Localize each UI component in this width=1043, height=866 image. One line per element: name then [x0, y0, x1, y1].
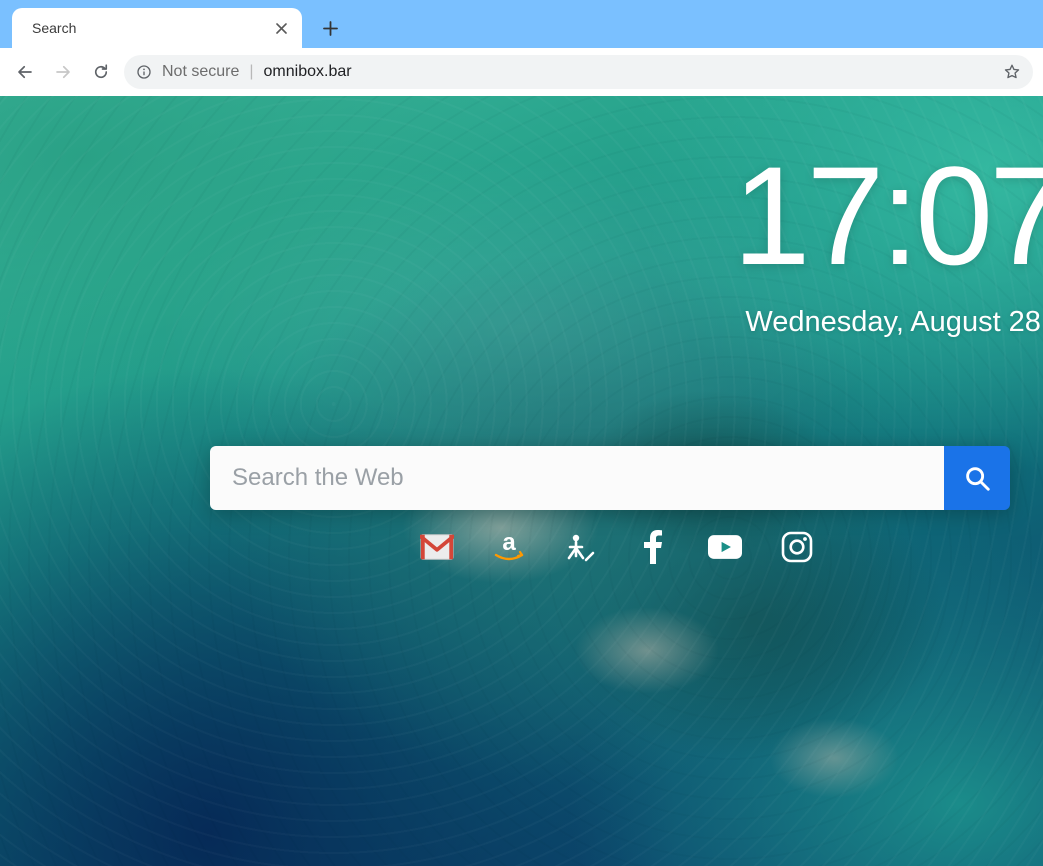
search-button[interactable] [944, 446, 1010, 510]
reload-icon [92, 63, 110, 81]
date-display: Wednesday, August 28, [745, 306, 1043, 339]
new-tab-button[interactable] [316, 14, 344, 42]
quicklink-youtube[interactable] [708, 530, 742, 564]
aol-icon [564, 530, 598, 564]
amazon-icon: a [492, 530, 526, 564]
search-input[interactable] [210, 446, 944, 510]
security-status: Not secure [162, 63, 239, 81]
quicklink-gmail[interactable] [420, 530, 454, 564]
gmail-icon [420, 533, 454, 561]
forward-button [48, 57, 78, 87]
quicklinks-row: a [420, 530, 814, 564]
close-icon [276, 23, 287, 34]
search-icon [962, 463, 992, 493]
browser-toolbar: Not secure | omnibox.bar [0, 48, 1043, 96]
bookmark-button[interactable] [1003, 63, 1021, 81]
plus-icon [323, 21, 338, 36]
browser-tab[interactable]: Search [12, 8, 302, 48]
url-text: omnibox.bar [264, 63, 993, 81]
info-icon [136, 64, 152, 80]
tab-title: Search [32, 20, 272, 36]
tab-strip: Search [0, 0, 1043, 48]
address-bar[interactable]: Not secure | omnibox.bar [124, 55, 1033, 89]
quicklink-amazon[interactable]: a [492, 530, 526, 564]
arrow-left-icon [16, 63, 34, 81]
youtube-icon [708, 533, 742, 561]
search-container [210, 446, 1010, 510]
instagram-icon [781, 531, 813, 563]
facebook-icon [644, 530, 662, 564]
separator: | [249, 63, 253, 81]
close-tab-button[interactable] [272, 19, 290, 37]
site-info-button[interactable] [136, 64, 152, 80]
quicklink-aol[interactable] [564, 530, 598, 564]
svg-text:a: a [502, 530, 516, 556]
quicklink-instagram[interactable] [780, 530, 814, 564]
back-button[interactable] [10, 57, 40, 87]
arrow-right-icon [54, 63, 72, 81]
page-content: 17:07 Wednesday, August 28, a [0, 96, 1043, 866]
star-icon [1003, 63, 1021, 81]
reload-button[interactable] [86, 57, 116, 87]
clock-display: 17:07 [733, 146, 1043, 286]
quicklink-facebook[interactable] [636, 530, 670, 564]
